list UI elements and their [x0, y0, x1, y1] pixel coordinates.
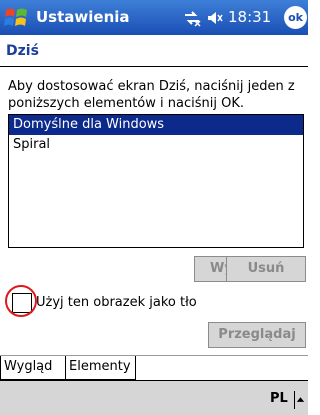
connectivity-icon[interactable] — [182, 9, 202, 27]
input-language[interactable]: PL — [270, 391, 288, 406]
ok-button[interactable]: ok — [284, 6, 307, 29]
sip-arrow-icon[interactable] — [294, 391, 306, 409]
volume-icon[interactable] — [206, 9, 224, 27]
browse-button[interactable]: Przeglądaj — [208, 322, 306, 348]
list-item[interactable]: Domyślne dla Windows — [9, 115, 303, 135]
heading-divider — [0, 66, 308, 67]
tab-appearance[interactable]: Wygląd — [0, 356, 66, 380]
delete-button[interactable]: Usuń — [226, 256, 306, 282]
instruction-text: Aby dostosować ekran Dziś, naciśnij jede… — [8, 79, 295, 111]
clock[interactable]: 18:31 — [228, 8, 271, 26]
list-item[interactable]: Spiral — [9, 135, 303, 155]
page-title: Dziś — [6, 43, 39, 59]
title-bar: Ustawienia 18:31 ok — [0, 0, 308, 35]
tab-elements[interactable]: Elementy — [66, 356, 136, 380]
command-bar: PL — [0, 380, 308, 415]
highlight-circle — [5, 285, 37, 317]
app-title: Ustawienia — [36, 8, 130, 26]
theme-listbox[interactable]: Domyślne dla Windows Spiral — [8, 114, 304, 248]
checkbox-label: Użyj ten obrazek jako tło — [36, 295, 197, 310]
windows-start-icon[interactable] — [2, 4, 32, 31]
